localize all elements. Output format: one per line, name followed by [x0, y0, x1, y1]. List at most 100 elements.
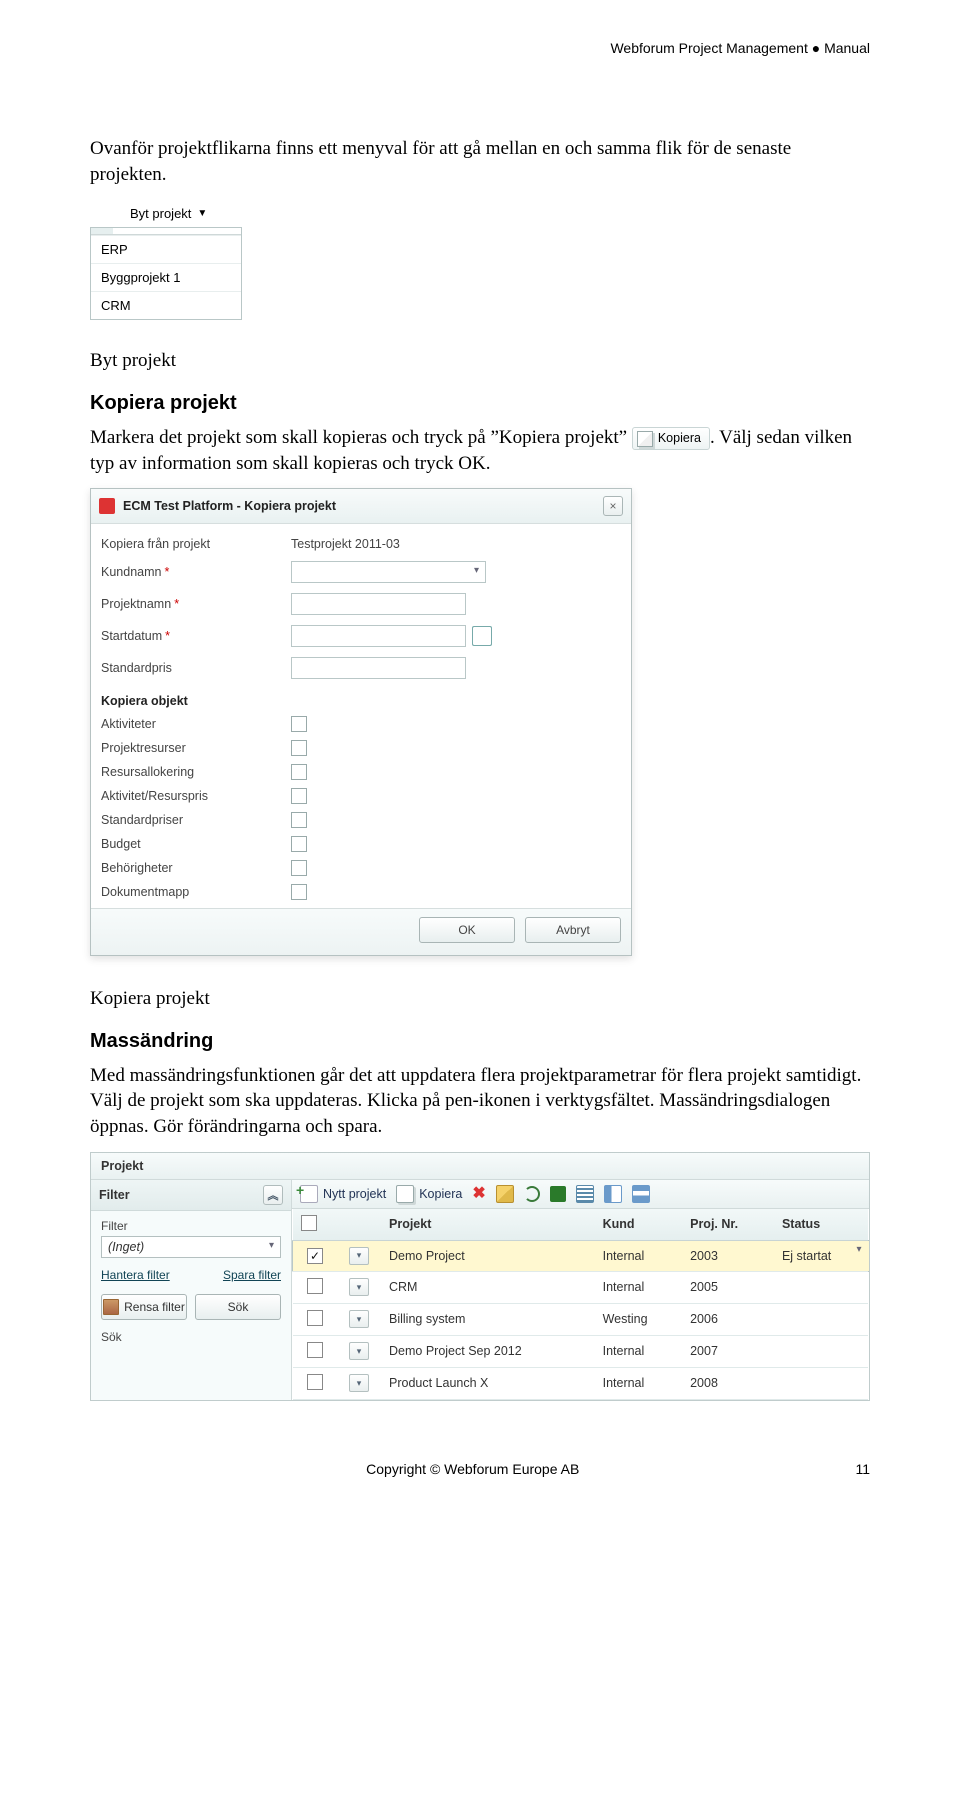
- chk-label: Projektresurser: [101, 741, 291, 755]
- filter-header: Filter: [99, 1188, 130, 1202]
- table-row[interactable]: ▾Billing systemWesting2006: [293, 1303, 869, 1335]
- table-row[interactable]: ▾Product Launch XInternal2008: [293, 1367, 869, 1399]
- col-customer[interactable]: Kund: [595, 1209, 683, 1241]
- caret-down-icon: ▼: [197, 208, 207, 219]
- page-footer: Copyright © Webforum Europe AB 11: [90, 1461, 870, 1477]
- row-checkbox[interactable]: [307, 1342, 323, 1358]
- projectname-input[interactable]: [291, 593, 466, 615]
- row-menu-button[interactable]: ▾: [349, 1278, 369, 1296]
- search-button[interactable]: Sök: [195, 1294, 281, 1320]
- copy-project-chip[interactable]: Kopiera: [632, 427, 710, 450]
- copy-icon: [396, 1185, 414, 1203]
- chk-allocation[interactable]: [291, 764, 307, 780]
- cell-customer: Internal: [595, 1271, 683, 1303]
- delete-button[interactable]: ✖: [472, 1187, 485, 1201]
- cancel-button[interactable]: Avbryt: [525, 917, 621, 943]
- customer-select[interactable]: [291, 561, 486, 583]
- sort-button[interactable]: [632, 1185, 650, 1203]
- clear-filter-button[interactable]: Rensa filter: [101, 1294, 187, 1320]
- new-project-button[interactable]: Nytt projekt: [300, 1185, 386, 1203]
- from-project-value: Testprojekt 2011-03: [291, 537, 400, 551]
- col-check[interactable]: [293, 1209, 338, 1241]
- chk-permissions[interactable]: [291, 860, 307, 876]
- stdprice-label: Standardpris: [101, 661, 291, 675]
- gantt-view-button[interactable]: [604, 1185, 622, 1203]
- chk-activities[interactable]: [291, 716, 307, 732]
- project-pane: Projekt Filter ︽ Filter (Inget) Hantera …: [90, 1152, 870, 1401]
- row-checkbox[interactable]: [307, 1278, 323, 1294]
- chk-label: Aktiviteter: [101, 717, 291, 731]
- stdprice-input[interactable]: [291, 657, 466, 679]
- row-checkbox[interactable]: [307, 1248, 323, 1264]
- chk-label: Dokumentmapp: [101, 885, 291, 899]
- table-row[interactable]: ▾Demo ProjectInternal2003Ej startat: [293, 1240, 869, 1271]
- dialog-caption: Kopiera projekt: [90, 986, 870, 1012]
- copy-objects-header: Kopiera objekt: [101, 684, 621, 712]
- ok-button[interactable]: OK: [419, 917, 515, 943]
- switch-project-item[interactable]: Byggprojekt 1: [91, 263, 241, 291]
- refresh-button[interactable]: [524, 1186, 540, 1202]
- chk-label: Behörigheter: [101, 861, 291, 875]
- cell-projnr: 2005: [682, 1271, 774, 1303]
- filter-sidebar: Filter ︽ Filter (Inget) Hantera filter S…: [91, 1180, 292, 1400]
- col-projnr[interactable]: Proj. Nr.: [682, 1209, 774, 1241]
- col-project[interactable]: Projekt: [381, 1209, 595, 1241]
- gantt-icon: [604, 1185, 622, 1203]
- project-toolbar: Nytt projekt Kopiera ✖: [292, 1180, 869, 1209]
- chk-actresprice[interactable]: [291, 788, 307, 804]
- refresh-icon: [524, 1186, 540, 1202]
- chk-stdprices[interactable]: [291, 812, 307, 828]
- pen-icon: [496, 1185, 514, 1203]
- cell-status: [774, 1367, 868, 1399]
- cell-projnr: 2006: [682, 1303, 774, 1335]
- chk-docfolder[interactable]: [291, 884, 307, 900]
- row-menu-button[interactable]: ▾: [349, 1374, 369, 1392]
- close-button[interactable]: ×: [603, 496, 623, 516]
- chk-resources[interactable]: [291, 740, 307, 756]
- intro-paragraph: Ovanför projektflikarna finns ett menyva…: [90, 136, 870, 187]
- switch-project-item[interactable]: CRM: [91, 291, 241, 319]
- chk-label: Aktivitet/Resurspris: [101, 789, 291, 803]
- grid-view-button[interactable]: [576, 1185, 594, 1203]
- row-checkbox[interactable]: [307, 1374, 323, 1390]
- cell-projnr: 2007: [682, 1335, 774, 1367]
- collapse-icon[interactable]: ︽: [263, 1185, 283, 1205]
- row-menu-button[interactable]: ▾: [349, 1247, 369, 1265]
- copy-project-paragraph: Markera det projekt som skall kopieras o…: [90, 425, 870, 476]
- switch-project-label[interactable]: Byt projekt ▼: [130, 206, 207, 221]
- save-filter-link[interactable]: Spara filter: [223, 1268, 281, 1282]
- chk-budget[interactable]: [291, 836, 307, 852]
- row-menu-button[interactable]: ▾: [349, 1310, 369, 1328]
- search-label: Sök: [101, 1330, 281, 1344]
- filter-label: Filter: [101, 1219, 281, 1233]
- cell-customer: Westing: [595, 1303, 683, 1335]
- copy-chip-label: Kopiera: [658, 430, 701, 447]
- col-status[interactable]: Status: [774, 1209, 868, 1241]
- chk-label: Budget: [101, 837, 291, 851]
- close-icon: ×: [609, 499, 616, 513]
- broom-icon: [103, 1299, 119, 1315]
- row-checkbox[interactable]: [307, 1310, 323, 1326]
- row-menu-button[interactable]: ▾: [349, 1342, 369, 1360]
- project-pane-title: Projekt: [91, 1153, 869, 1180]
- grid-icon: [576, 1185, 594, 1203]
- copyright: Copyright © Webforum Europe AB: [90, 1461, 855, 1477]
- table-row[interactable]: ▾CRMInternal2005: [293, 1271, 869, 1303]
- from-project-label: Kopiera från projekt: [101, 537, 291, 551]
- switch-project-caption: Byt projekt: [90, 348, 870, 374]
- heading-copy-project: Kopiera projekt: [90, 392, 870, 415]
- project-table: Projekt Kund Proj. Nr. Status ▾Demo Proj…: [292, 1209, 869, 1400]
- copy-button[interactable]: Kopiera: [396, 1185, 462, 1203]
- filter-select[interactable]: (Inget): [101, 1236, 281, 1258]
- table-row[interactable]: ▾Demo Project Sep 2012Internal2007: [293, 1335, 869, 1367]
- delete-icon: ✖: [472, 1187, 485, 1201]
- manage-filter-link[interactable]: Hantera filter: [101, 1268, 170, 1282]
- switch-project-item[interactable]: ERP: [91, 235, 241, 263]
- cell-status: Ej startat: [774, 1240, 868, 1271]
- copy-icon: [637, 431, 653, 447]
- startdate-input[interactable]: [291, 625, 466, 647]
- edit-button[interactable]: [496, 1185, 514, 1203]
- export-excel-button[interactable]: [550, 1186, 566, 1202]
- switch-project-dropdown: Byt projekt ▼ ERP Byggprojekt 1 CRM: [90, 205, 870, 320]
- calendar-icon[interactable]: [472, 626, 492, 646]
